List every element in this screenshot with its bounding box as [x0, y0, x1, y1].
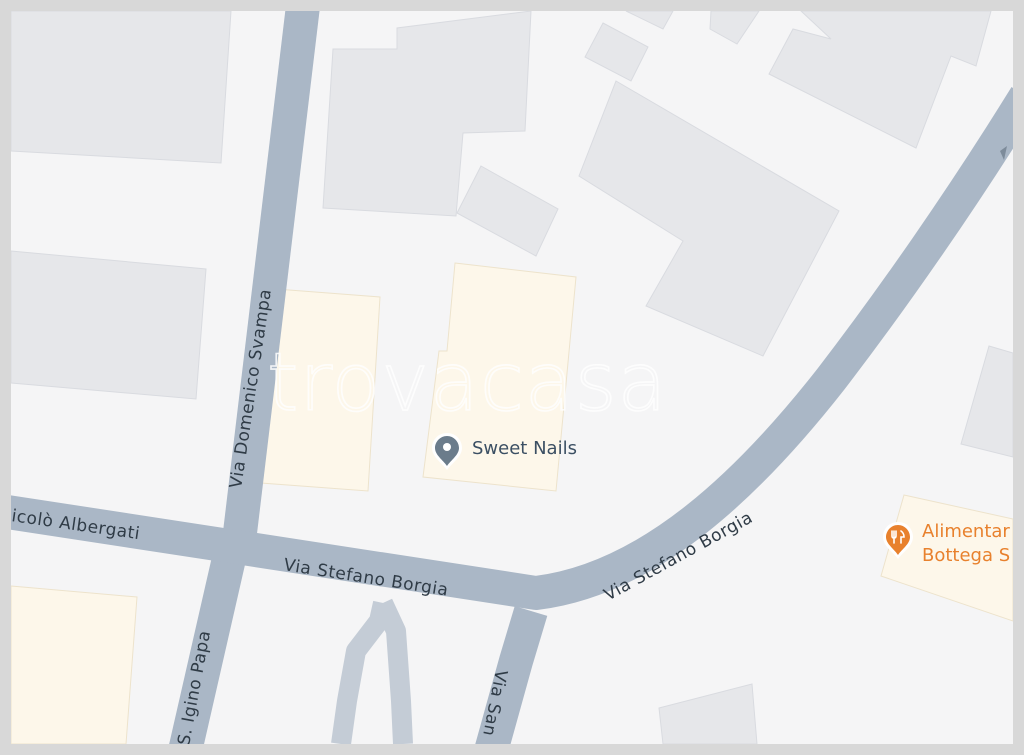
poi-label-alimentari[interactable]: Alimentar	[922, 521, 1010, 542]
service-road	[331, 600, 393, 744]
map-canvas[interactable]: Via Domenico Svampa icolò Albergati Via …	[11, 11, 1013, 744]
building	[578, 80, 840, 357]
building	[960, 345, 1013, 458]
building-highlight	[11, 585, 138, 744]
building	[768, 11, 992, 149]
building	[11, 11, 232, 164]
map-view[interactable]: Via Domenico Svampa icolò Albergati Via …	[11, 11, 1013, 744]
building	[584, 22, 649, 82]
poi-label-bottega[interactable]: Bottega S	[922, 545, 1010, 566]
building	[625, 11, 674, 30]
building	[11, 250, 207, 400]
building	[709, 11, 760, 45]
service-road	[373, 598, 413, 744]
building	[456, 165, 559, 257]
poi-label-sweet-nails[interactable]: Sweet Nails	[472, 438, 577, 459]
building	[658, 683, 758, 744]
watermark-logo: trovacasa	[267, 336, 668, 429]
